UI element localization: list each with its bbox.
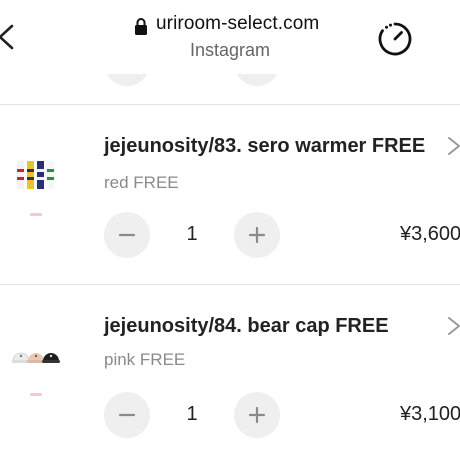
brand-mark	[30, 393, 42, 396]
browser-header: uriroom-select.com Instagram	[0, 0, 460, 74]
increment-button[interactable]	[234, 74, 280, 86]
quantity-value: 1	[186, 223, 198, 245]
decrement-button[interactable]	[104, 392, 150, 438]
quantity-value: 1	[186, 403, 198, 425]
item-variant: pink FREE	[104, 350, 186, 369]
minus-icon	[118, 233, 136, 237]
timer-icon[interactable]	[376, 20, 414, 58]
item-name[interactable]: jejeunosity/84. bear cap FREE	[104, 315, 389, 338]
increment-button[interactable]	[234, 212, 280, 258]
cart-item: jejeunosity/84. bear cap FREE pink FREE …	[0, 285, 460, 465]
plus-icon	[248, 226, 266, 244]
page-url[interactable]: uriroom-select.com	[156, 13, 319, 35]
decrement-button[interactable]	[104, 74, 150, 86]
chevron-right-icon[interactable]	[446, 316, 460, 336]
item-price: ¥3,600	[400, 223, 460, 245]
product-thumbnail-cap[interactable]	[12, 335, 60, 379]
previous-item-edge	[0, 74, 460, 104]
chevron-right-icon[interactable]	[446, 136, 460, 156]
increment-button[interactable]	[234, 392, 280, 438]
product-thumbnail-warmer[interactable]	[12, 155, 60, 199]
item-price: ¥3,100	[400, 403, 460, 425]
item-variant: red FREE	[104, 173, 179, 192]
plus-icon	[248, 406, 266, 424]
decrement-button[interactable]	[104, 212, 150, 258]
lock-icon	[135, 18, 147, 35]
item-name[interactable]: jejeunosity/83. sero warmer FREE	[104, 135, 425, 158]
cart-item: jejeunosity/83. sero warmer FREE red FRE…	[0, 105, 460, 285]
brand-mark	[30, 213, 42, 216]
minus-icon	[118, 413, 136, 417]
